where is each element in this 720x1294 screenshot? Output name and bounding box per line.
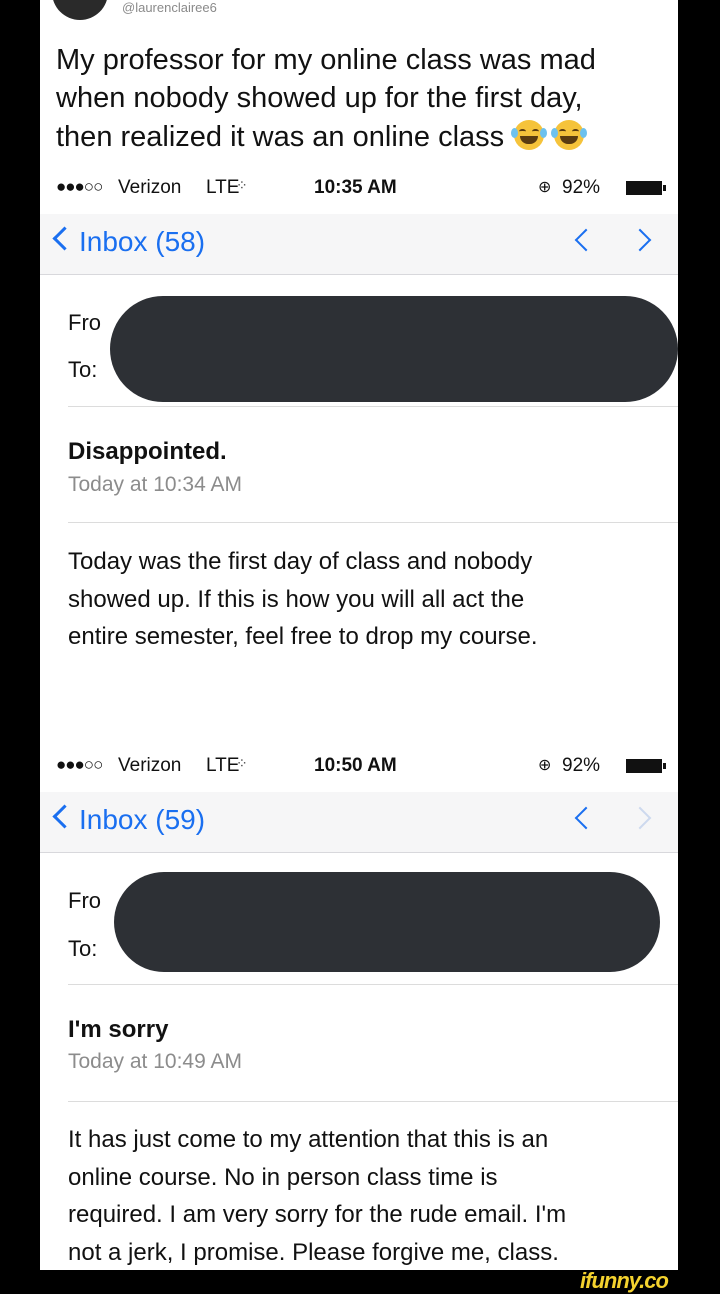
divider [68,522,678,523]
tweet-handle[interactable]: @laurenclairee6 [122,0,217,15]
clock: 10:50 AM [314,755,397,776]
battery-percent: 92% [562,755,601,776]
next-message-button[interactable] [628,806,652,830]
email-body-line: not a jerk, I promise. Please forgive me… [68,1239,559,1266]
email-body-line: showed up. If this is how you will all a… [68,586,525,613]
battery-icon [626,181,662,195]
laughing-tears-emoji-icon [551,120,588,150]
status-bar: ●●●○○ Verizon LTE ⁘ 10:35 AM ⊕ 92% [40,172,678,206]
redaction-blob [114,872,660,972]
to-label: To: [68,936,98,961]
from-label: Fro [68,310,101,335]
email-date: Today at 10:49 AM [68,1050,242,1073]
network-label: LTE [206,755,240,776]
from-label: Fro [68,888,101,913]
battery-tip-icon [663,763,666,769]
email-body-line: required. I am very sorry for the rude e… [68,1201,567,1228]
chevron-left-icon [52,804,77,829]
clock: 10:35 AM [314,177,397,198]
ifunny-watermark: ifunny.co [580,1268,669,1293]
divider [68,406,678,407]
back-to-inbox-button[interactable]: Inbox (58) [52,226,206,258]
screenshot-page: @laurenclairee6 My professor for my onli… [40,0,678,1270]
mail-nav-bar: Inbox (59) [40,792,678,853]
email-date: Today at 10:34 AM [68,473,242,496]
tweet-text-line: when nobody showed up for the first day, [56,82,583,114]
signal-dots-icon: ●●●○○ [56,755,103,774]
email-body-line: entire semester, feel free to drop my co… [68,623,538,650]
tweet-text-line: then realized it was an online class [56,120,588,154]
email-subject: Disappointed. [68,438,227,465]
tweet-text-line: My professor for my online class was mad [56,44,596,76]
battery-tip-icon [663,185,666,191]
status-bar: ●●●○○ Verizon LTE ⁘ 10:50 AM ⊕ 92% [40,750,678,784]
email-body-line: It has just come to my attention that th… [68,1126,549,1153]
avatar[interactable] [52,0,108,20]
laughing-tears-emoji-icon [511,120,548,150]
signal-dots-icon: ●●●○○ [56,177,103,196]
chevron-left-icon [52,226,77,251]
mail-nav-bar: Inbox (58) [40,214,678,275]
tweet-text: then realized it was an online class [56,121,505,153]
activity-spinner-icon: ⁘ [236,755,248,771]
network-label: LTE [206,177,240,198]
previous-message-button[interactable] [574,228,598,252]
to-label: To: [68,357,98,382]
previous-message-button[interactable] [574,806,598,830]
inbox-label: Inbox (59) [79,804,206,835]
rotation-lock-icon: ⊕ [538,757,552,774]
rotation-lock-icon: ⊕ [538,179,552,196]
email-body-line: online course. No in person class time i… [68,1164,498,1191]
email-subject: I'm sorry [68,1016,169,1043]
inbox-label: Inbox (58) [79,226,206,257]
battery-icon [626,759,662,773]
redaction-blob [110,296,678,402]
divider [68,1101,678,1102]
activity-spinner-icon: ⁘ [236,177,248,193]
carrier-label: Verizon [118,177,182,198]
back-to-inbox-button[interactable]: Inbox (59) [52,804,206,836]
divider [68,984,678,985]
battery-percent: 92% [562,177,601,198]
carrier-label: Verizon [118,755,182,776]
next-message-button[interactable] [628,228,652,252]
email-body-line: Today was the first day of class and nob… [68,548,533,575]
